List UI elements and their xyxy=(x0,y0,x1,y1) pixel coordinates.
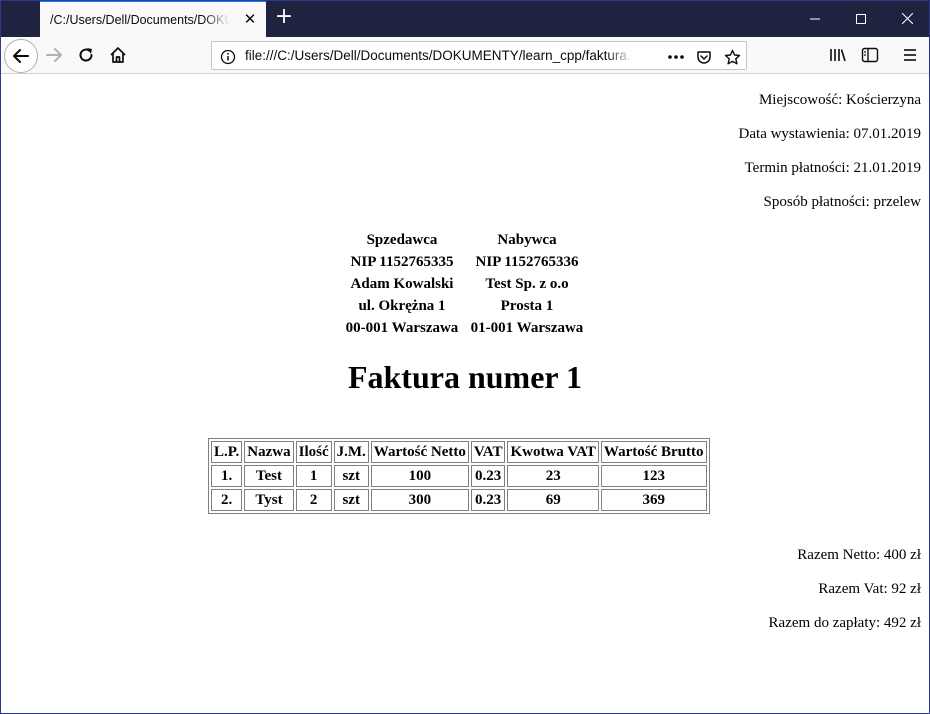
parties-block: Spzedawca NIP 1152765335 Adam Kowalski u… xyxy=(1,229,929,339)
invoice-payment-method: Sposób płatności: przelew xyxy=(763,194,921,210)
table-row: 1. Test 1 szt 100 0.23 23 123 xyxy=(211,465,707,487)
table-cell: 100 xyxy=(370,465,469,487)
column-header: L.P. xyxy=(211,441,243,463)
table-cell: 0.23 xyxy=(470,465,506,487)
seller-block: Spzedawca NIP 1152765335 Adam Kowalski u… xyxy=(340,229,464,339)
navigation-toolbar: file:///C:/Users/Dell/Documents/DOKUMENT… xyxy=(0,37,930,74)
table-cell: 2. xyxy=(211,489,243,511)
invoice-place: Miejscowość: Kościerzyna xyxy=(758,92,921,108)
table-cell: 0.23 xyxy=(470,489,506,511)
close-icon xyxy=(901,13,913,24)
close-tab-icon[interactable]: ✕ xyxy=(242,11,258,27)
invoice-items-table: L.P. Nazwa Ilość J.M. Wartość Netto VAT … xyxy=(208,438,710,514)
maximize-icon xyxy=(856,13,866,24)
table-cell: 1 xyxy=(295,465,332,487)
reload-icon xyxy=(79,48,93,62)
menu-button[interactable] xyxy=(894,39,926,71)
total-net: Razem Netto: 400 zł xyxy=(797,547,921,563)
table-cell: Tyst xyxy=(244,489,294,511)
buyer-name: Test Sp. z o.o xyxy=(485,276,569,292)
table-cell: 369 xyxy=(600,489,707,511)
library-icon xyxy=(830,49,846,62)
table-cell: 123 xyxy=(600,465,707,487)
table-cell: 2 xyxy=(295,489,332,511)
total-vat: Razem Vat: 92 zł xyxy=(818,581,921,597)
hamburger-menu-icon xyxy=(904,49,916,61)
back-button[interactable] xyxy=(4,39,38,73)
seller-street: ul. Okrężna 1 xyxy=(358,298,446,314)
table-cell: Test xyxy=(244,465,294,487)
table-cell: szt xyxy=(333,465,369,487)
url-bar[interactable]: file:///C:/Users/Dell/Documents/DOKUMENT… xyxy=(211,41,747,70)
invoice-title: Faktura numer 1 xyxy=(347,359,583,395)
active-tab[interactable]: /C:/Users/Dell/Documents/DOKUMENTY/learn… xyxy=(40,0,266,37)
seller-heading: Spzedawca xyxy=(366,232,438,248)
table-cell: szt xyxy=(333,489,369,511)
home-icon xyxy=(110,47,126,63)
sidebar-icon xyxy=(861,47,879,63)
table-cell: 300 xyxy=(370,489,469,511)
column-header: VAT xyxy=(470,441,506,463)
total-gross: Razem do zapłaty: 492 zł xyxy=(768,615,921,631)
column-header: Kwotwa VAT xyxy=(507,441,599,463)
column-header: Wartość Netto xyxy=(370,441,469,463)
tab-strip: /C:/Users/Dell/Documents/DOKUMENTY/learn… xyxy=(0,0,930,37)
invoice-due-date: Termin płatności: 21.01.2019 xyxy=(744,160,921,176)
library-button[interactable] xyxy=(822,39,854,71)
reload-button[interactable] xyxy=(70,39,102,71)
forward-button[interactable] xyxy=(38,39,70,71)
seller-nip: NIP 1152765335 xyxy=(350,254,454,270)
pocket-icon[interactable] xyxy=(695,48,713,66)
seller-city: 00-001 Warszawa xyxy=(345,320,459,336)
column-header: J.M. xyxy=(333,441,369,463)
page-content: Miejscowość: Kościerzyna Data wystawieni… xyxy=(1,75,929,713)
buyer-city: 01-001 Warszawa xyxy=(470,320,584,336)
minimize-icon xyxy=(810,18,820,19)
back-arrow-icon xyxy=(13,49,29,63)
buyer-street: Prosta 1 xyxy=(500,298,554,314)
new-tab-button[interactable]: + xyxy=(270,4,298,32)
bookmark-star-icon[interactable] xyxy=(723,48,741,66)
page-actions-icon[interactable] xyxy=(667,48,685,66)
table-cell: 69 xyxy=(507,489,599,511)
invoice-issue-date: Data wystawienia: 07.01.2019 xyxy=(738,126,921,142)
maximize-button[interactable] xyxy=(838,0,884,37)
close-window-button[interactable] xyxy=(884,0,930,37)
home-button[interactable] xyxy=(102,39,134,71)
table-cell: 23 xyxy=(507,465,599,487)
table-header-row: L.P. Nazwa Ilość J.M. Wartość Netto VAT … xyxy=(211,441,707,463)
tab-title: /C:/Users/Dell/Documents/DOKUMENTY/learn… xyxy=(50,12,230,27)
seller-name: Adam Kowalski xyxy=(350,276,454,292)
url-text[interactable]: file:///C:/Users/Dell/Documents/DOKUMENT… xyxy=(245,48,633,63)
column-header: Wartość Brutto xyxy=(600,441,707,463)
buyer-heading: Nabywca xyxy=(497,232,557,248)
sidebar-button[interactable] xyxy=(854,39,886,71)
minimize-button[interactable] xyxy=(792,0,838,37)
table-cell: 1. xyxy=(211,465,243,487)
column-header: Ilość xyxy=(295,441,332,463)
buyer-block: Nabywca NIP 1152765336 Test Sp. z o.o Pr… xyxy=(464,229,590,339)
column-header: Nazwa xyxy=(244,441,294,463)
table-row: 2. Tyst 2 szt 300 0.23 69 369 xyxy=(211,489,707,511)
info-icon[interactable] xyxy=(219,48,237,66)
forward-arrow-icon xyxy=(46,48,62,62)
buyer-nip: NIP 1152765336 xyxy=(475,254,579,270)
